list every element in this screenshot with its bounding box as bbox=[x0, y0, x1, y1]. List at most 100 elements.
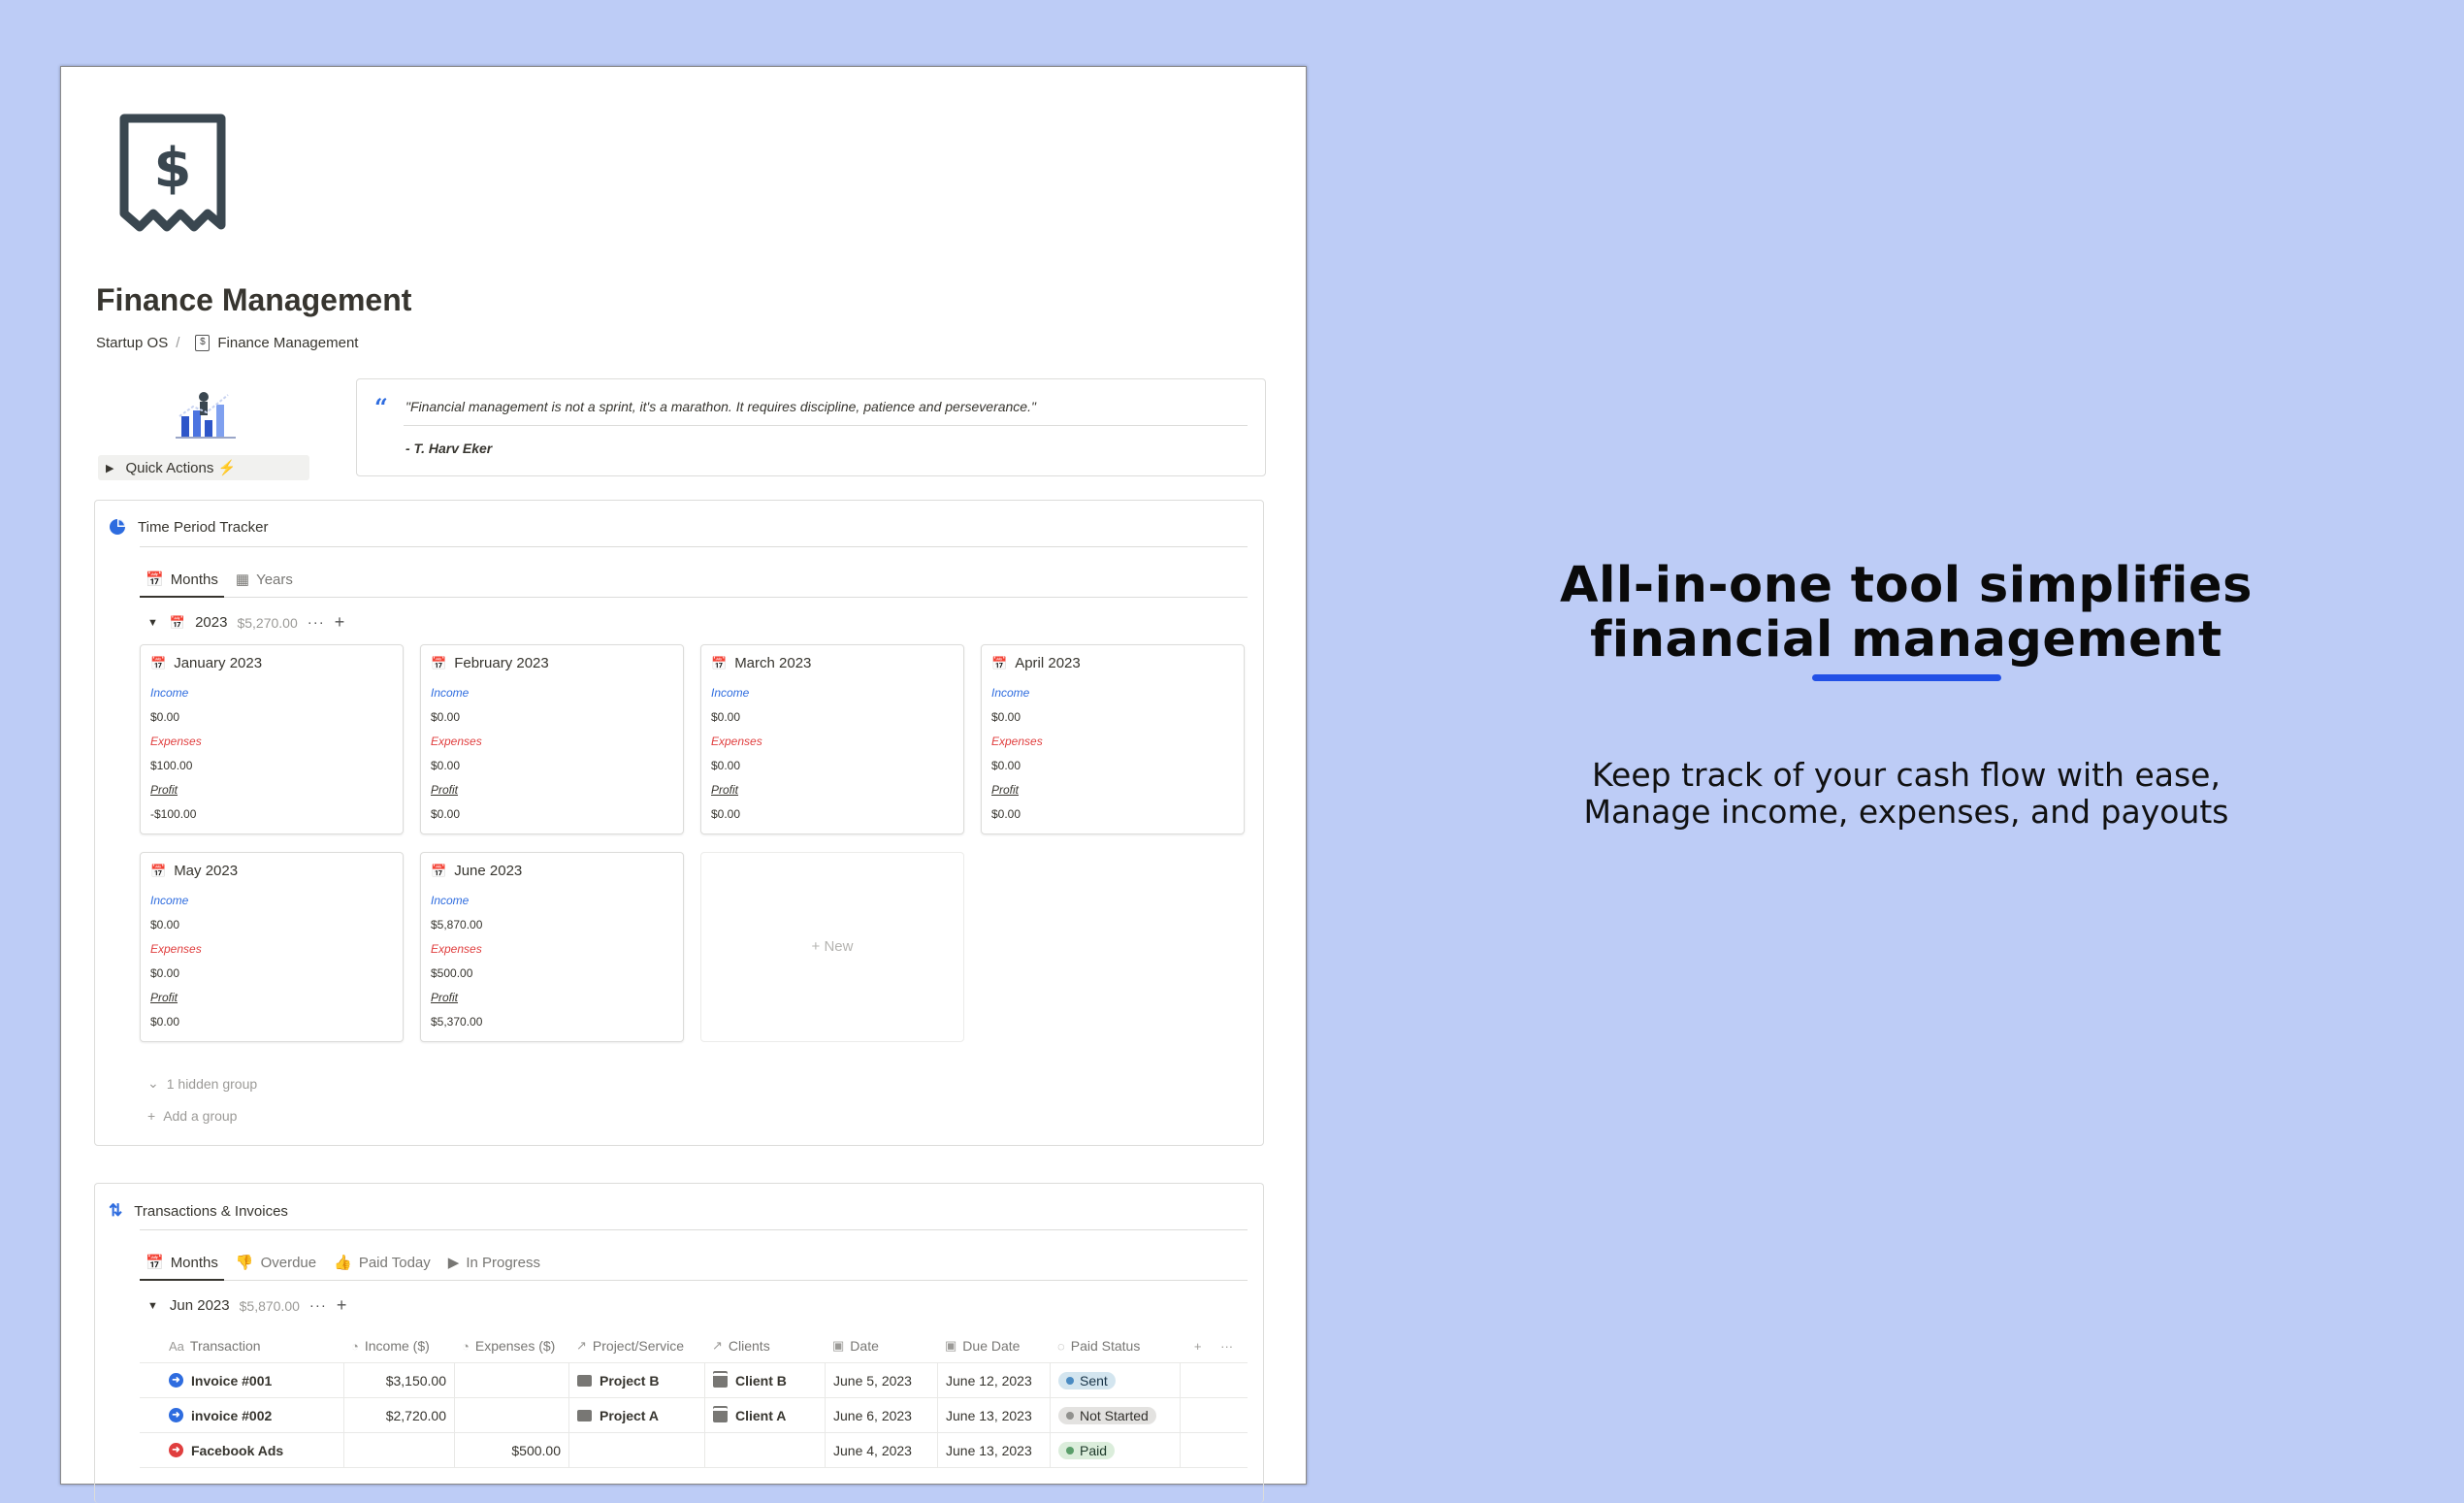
column-header-date[interactable]: ▣ Date bbox=[825, 1329, 937, 1362]
receipt-dollar-icon[interactable]: $ bbox=[114, 111, 231, 237]
more-icon[interactable]: ··· bbox=[1220, 1339, 1233, 1354]
add-column-icon[interactable]: + bbox=[1194, 1339, 1202, 1354]
briefcase-icon bbox=[713, 1408, 728, 1422]
profit-value: $0.00 bbox=[711, 807, 741, 821]
month-card[interactable]: 📅 April 2023 Income $0.00 Expenses $0.00 … bbox=[981, 644, 1245, 834]
tab-in-progress[interactable]: ▶ In Progress bbox=[442, 1246, 546, 1279]
add-icon[interactable]: + bbox=[337, 1295, 347, 1316]
column-header-due-date[interactable]: ▣ Due Date bbox=[937, 1329, 1050, 1362]
group-label: 2023 bbox=[195, 614, 228, 631]
date-cell[interactable]: June 6, 2023 bbox=[825, 1398, 937, 1432]
play-icon: ▶ bbox=[447, 1255, 460, 1271]
empty-cell bbox=[1180, 1433, 1248, 1467]
new-card-button[interactable]: + New bbox=[700, 852, 964, 1042]
breadcrumb-current[interactable]: Finance Management bbox=[217, 335, 358, 351]
grid-icon: ▦ bbox=[235, 572, 250, 588]
column-header-expenses[interactable]: ◔ Expenses ($) bbox=[454, 1329, 568, 1362]
tab-months[interactable]: 📅 Months bbox=[140, 1246, 224, 1281]
triangle-down-icon[interactable]: ▼ bbox=[147, 617, 158, 629]
add-icon[interactable]: + bbox=[335, 612, 345, 633]
column-label: Clients bbox=[728, 1338, 770, 1354]
promo-sub-line2: Manage income, expenses, and payouts bbox=[1583, 793, 2229, 831]
relation-arrow-icon: ↗ bbox=[712, 1338, 723, 1353]
client-cell[interactable]: Client B bbox=[704, 1363, 825, 1397]
date-cell[interactable]: June 4, 2023 bbox=[825, 1433, 937, 1467]
transactions-view-tabs: 📅 Months 👎 Overdue 👍 Paid Today ▶ In Pro… bbox=[140, 1246, 1248, 1281]
paid-status-cell[interactable]: Paid bbox=[1050, 1433, 1180, 1467]
group-jun-2023-header[interactable]: ▼ Jun 2023 $5,870.00 ··· + bbox=[147, 1295, 346, 1316]
expenses-cell[interactable] bbox=[454, 1363, 568, 1397]
column-header-transaction[interactable]: Aa Transaction bbox=[140, 1329, 343, 1362]
transactions-header: ⇅ Transactions & Invoices bbox=[109, 1201, 288, 1221]
more-icon[interactable]: ··· bbox=[309, 1297, 327, 1314]
tab-overdue-label: Overdue bbox=[260, 1254, 317, 1271]
due-date-cell[interactable]: June 13, 2023 bbox=[937, 1398, 1050, 1432]
table-row[interactable]: ➜ invoice #002 $2,720.00 Project A Client… bbox=[140, 1398, 1248, 1433]
breadcrumb-parent[interactable]: Startup OS bbox=[96, 335, 168, 351]
group-2023-header[interactable]: ▼ 📅 2023 $5,270.00 ··· + bbox=[147, 612, 344, 633]
transaction-cell[interactable]: ➜ invoice #002 bbox=[140, 1398, 343, 1432]
calendar-icon: 📅 bbox=[991, 655, 1008, 670]
column-header-clients[interactable]: ↗ Clients bbox=[704, 1329, 825, 1362]
project-cell[interactable]: Project A bbox=[568, 1398, 704, 1432]
month-card[interactable]: 📅 March 2023 Income $0.00 Expenses $0.00 … bbox=[700, 644, 964, 834]
month-card[interactable]: 📅 May 2023 Income $0.00 Expenses $0.00 Pr… bbox=[140, 852, 404, 1042]
triangle-right-icon: ▶ bbox=[106, 462, 114, 474]
table-row[interactable]: ➜ Facebook Ads $500.00 June 4, 2023 June … bbox=[140, 1433, 1248, 1468]
client-cell[interactable]: Client A bbox=[704, 1398, 825, 1432]
tab-months[interactable]: 📅 Months bbox=[140, 563, 224, 598]
client-cell[interactable] bbox=[704, 1433, 825, 1467]
quote-text: "Financial management is not a sprint, i… bbox=[405, 399, 1036, 414]
tracker-header: Time Period Tracker bbox=[109, 518, 268, 536]
column-header-income[interactable]: ◔ Income ($) bbox=[343, 1329, 454, 1362]
card-title-text: February 2023 bbox=[454, 655, 549, 671]
due-date-cell[interactable]: June 12, 2023 bbox=[937, 1363, 1050, 1397]
column-label: Project/Service bbox=[592, 1338, 685, 1354]
triangle-down-icon[interactable]: ▼ bbox=[147, 1300, 158, 1312]
expenses-cell[interactable]: $500.00 bbox=[454, 1433, 568, 1467]
month-card[interactable]: 📅 January 2023 Income $0.00 Expenses $100… bbox=[140, 644, 404, 834]
client-name: Client A bbox=[735, 1407, 787, 1423]
promo-title: All-in-one tool simplifies financial man… bbox=[1426, 559, 2386, 668]
paid-status-cell[interactable]: Not Started bbox=[1050, 1398, 1180, 1432]
income-cell[interactable]: $2,720.00 bbox=[343, 1398, 454, 1432]
column-header-project[interactable]: ↗ Project/Service bbox=[568, 1329, 704, 1362]
more-icon[interactable]: ··· bbox=[308, 614, 325, 631]
expenses-value: $0.00 bbox=[711, 759, 741, 772]
chevron-down-icon: ⌄ bbox=[147, 1075, 159, 1091]
arrow-right-circle-icon: ➜ bbox=[169, 1408, 183, 1422]
income-cell[interactable]: $3,150.00 bbox=[343, 1363, 454, 1397]
add-group-button[interactable]: + Add a group bbox=[147, 1108, 237, 1124]
profit-label: Profit bbox=[711, 783, 739, 797]
paid-status-cell[interactable]: Sent bbox=[1050, 1363, 1180, 1397]
column-label: Paid Status bbox=[1070, 1338, 1141, 1354]
calendar-icon: 📅 bbox=[150, 863, 167, 878]
quote-author: - T. Harv Eker bbox=[405, 441, 493, 456]
quick-actions-toggle[interactable]: ▶ Quick Actions ⚡ bbox=[98, 455, 309, 480]
month-card[interactable]: 📅 June 2023 Income $5,870.00 Expenses $50… bbox=[420, 852, 684, 1042]
column-actions: + ··· bbox=[1180, 1329, 1248, 1362]
month-card[interactable]: 📅 February 2023 Income $0.00 Expenses $0.… bbox=[420, 644, 684, 834]
transaction-cell[interactable]: ➜ Invoice #001 bbox=[140, 1363, 343, 1397]
income-cell[interactable] bbox=[343, 1433, 454, 1467]
project-cell[interactable] bbox=[568, 1433, 704, 1467]
tab-overdue[interactable]: 👎 Overdue bbox=[230, 1246, 322, 1279]
column-header-paid-status[interactable]: ◌ Paid Status bbox=[1050, 1329, 1180, 1362]
expenses-cell[interactable] bbox=[454, 1398, 568, 1432]
income-label: Income bbox=[991, 686, 1030, 700]
card-title: 📅 May 2023 bbox=[150, 863, 238, 879]
hidden-group-toggle[interactable]: ⌄ 1 hidden group bbox=[147, 1075, 257, 1092]
transaction-cell[interactable]: ➜ Facebook Ads bbox=[140, 1433, 343, 1467]
transactions-title[interactable]: Transactions & Invoices bbox=[134, 1203, 288, 1220]
project-cell[interactable]: Project B bbox=[568, 1363, 704, 1397]
tab-years[interactable]: ▦ Years bbox=[230, 563, 299, 596]
table-row[interactable]: ➜ Invoice #001 $3,150.00 Project B Client… bbox=[140, 1363, 1248, 1398]
calendar-icon: 📅 bbox=[146, 1255, 164, 1271]
date-cell[interactable]: June 5, 2023 bbox=[825, 1363, 937, 1397]
card-title-text: May 2023 bbox=[174, 863, 239, 879]
tab-paid-today[interactable]: 👍 Paid Today bbox=[328, 1246, 437, 1279]
due-date-cell[interactable]: June 13, 2023 bbox=[937, 1433, 1050, 1467]
project-name: Project B bbox=[600, 1372, 660, 1389]
promo-sub-line1: Keep track of your cash flow with ease, bbox=[1592, 756, 2221, 794]
tracker-title[interactable]: Time Period Tracker bbox=[138, 519, 268, 536]
